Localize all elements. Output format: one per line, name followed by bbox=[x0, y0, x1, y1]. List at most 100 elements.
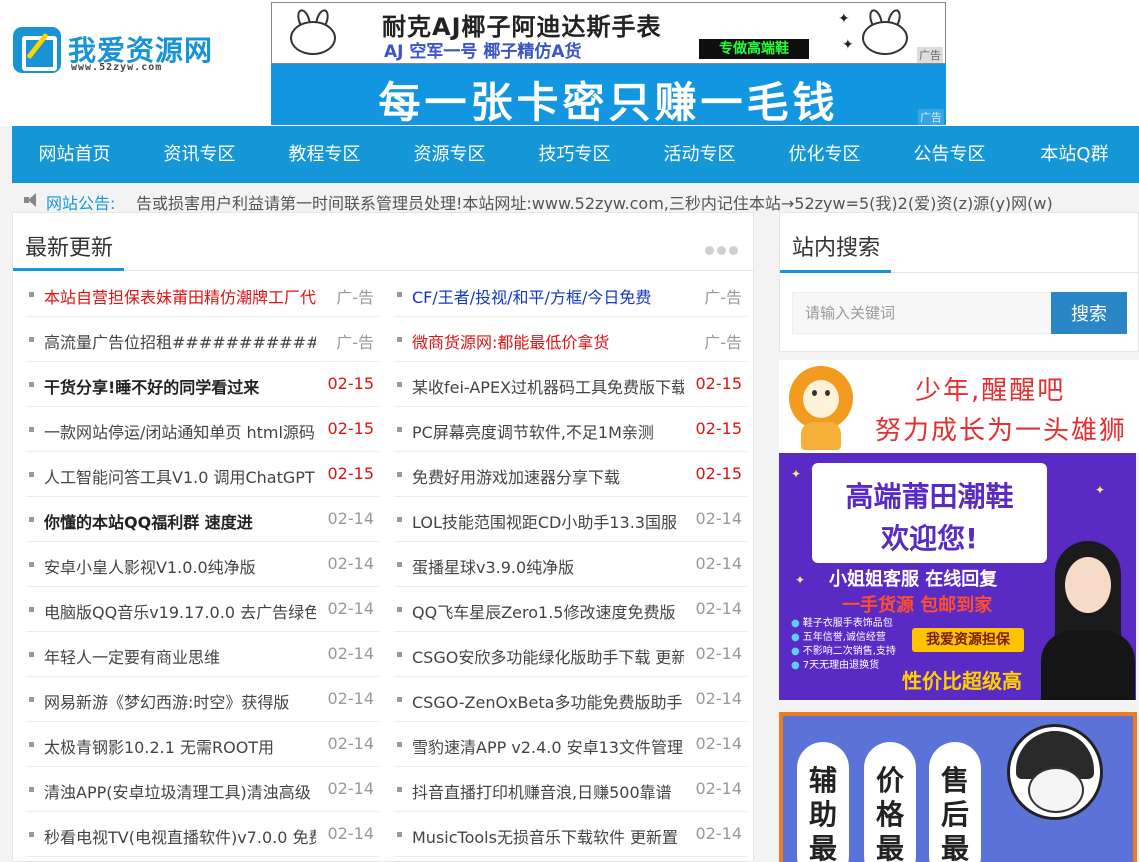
ad-lion[interactable]: 少年,醒醒吧 努力成长为一头雄狮 bbox=[779, 360, 1139, 453]
update-title-link[interactable]: 高流量广告位招租########### bbox=[44, 329, 316, 353]
update-row[interactable]: 微商货源网:都能最低价拿货 广-告 bbox=[395, 317, 747, 362]
sparkle-icon: ✦ bbox=[791, 467, 802, 481]
update-row[interactable]: 人工智能问答工具V1.0 调用ChatGPT 02-15 bbox=[27, 452, 379, 497]
bullet-icon bbox=[397, 652, 402, 657]
ad-banner-card[interactable]: 每一张卡密只赚一毛钱 广告 bbox=[271, 64, 946, 125]
site-notice: 网站公告: 告或损害用户利益请第一时间联系管理员处理!本站网址:www.52zy… bbox=[12, 186, 1139, 214]
ad-banner-shoes[interactable]: 耐克AJ椰子阿迪达斯手表 AJ 空军一号 椰子精仿A货 专做高端鞋 ✦ ✦ 广告 bbox=[271, 2, 946, 64]
update-row[interactable]: CSGO安欣多功能绿化版助手下载 更新 02-14 bbox=[395, 632, 747, 677]
update-row[interactable]: CSGO-ZenOxBeta多功能免费版助手 02-14 bbox=[395, 677, 747, 722]
search-input[interactable] bbox=[792, 292, 1052, 334]
update-row[interactable]: 免费好用游戏加速器分享下载 02-15 bbox=[395, 452, 747, 497]
bullet-icon bbox=[29, 832, 34, 837]
bullet-icon bbox=[397, 607, 402, 612]
update-row[interactable]: 太极青钢影10.2.1 无需ROOT用 02-14 bbox=[27, 722, 379, 767]
update-title-link[interactable]: 干货分享!睡不好的同学看过来 bbox=[44, 374, 316, 398]
speaker-icon bbox=[24, 192, 40, 208]
nav-item-announcements[interactable]: 公告专区 bbox=[887, 126, 1012, 183]
ad-service[interactable]: 辅 助 最 价 格 最 售 后 最 bbox=[779, 712, 1137, 862]
update-title-link[interactable]: 秒看电视TV(电视直播软件)v7.0.0 免费 bbox=[44, 824, 316, 848]
update-row[interactable]: QQ飞车星辰Zero1.5修改速度免费版 02-14 bbox=[395, 587, 747, 632]
search-button[interactable]: 搜索 bbox=[1051, 292, 1127, 334]
update-row[interactable]: 一款网站停运/闭站通知单页 html源码 02-15 bbox=[27, 407, 379, 452]
update-title-link[interactable]: 清浊APP(安卓垃圾清理工具)清浊高级 bbox=[44, 779, 316, 803]
bullet-icon bbox=[397, 517, 402, 522]
update-title-link[interactable]: 电脑版QQ音乐v19.17.0.0 去广告绿色 bbox=[44, 599, 316, 623]
update-title-link[interactable]: 一款网站停运/闭站通知单页 html源码 bbox=[44, 419, 316, 443]
update-title-link[interactable]: 蛋播星球v3.9.0纯净版 bbox=[412, 554, 684, 578]
update-row[interactable]: 电脑版QQ音乐v19.17.0.0 去广告绿色 02-14 bbox=[27, 587, 379, 632]
nav-item-qq-group[interactable]: 本站Q群 bbox=[1012, 126, 1137, 183]
search-title-underline bbox=[780, 270, 891, 273]
update-title-link[interactable]: 免费好用游戏加速器分享下载 bbox=[412, 464, 684, 488]
update-date: 02-14 bbox=[327, 824, 375, 843]
update-title-link[interactable]: 网易新游《梦幻西游:时空》获得版 bbox=[44, 689, 316, 713]
sparkle-icon: ✦ bbox=[1095, 483, 1106, 497]
update-row[interactable]: CF/王者/投视/和平/方框/今日免费 广-告 bbox=[395, 272, 747, 317]
nav-item-tips[interactable]: 技巧专区 bbox=[512, 126, 637, 183]
nav-item-news[interactable]: 资讯专区 bbox=[137, 126, 262, 183]
update-title-link[interactable]: CSGO-ZenOxBeta多功能免费版助手 bbox=[412, 689, 684, 713]
update-title-link[interactable]: 微商货源网:都能最低价拿货 bbox=[412, 329, 684, 353]
ad-shoes[interactable]: ✦ ✦ ✦ 高端莆田潮鞋 欢迎您! 小姐姐客服 在线回复 一手货源 包邮到家 鞋… bbox=[779, 453, 1136, 700]
update-row[interactable]: 你懂的本站QQ福利群 速度进 02-14 bbox=[27, 497, 379, 542]
pill-char: 最 bbox=[808, 832, 837, 862]
nav-item-optimization[interactable]: 优化专区 bbox=[762, 126, 887, 183]
update-row[interactable]: 高流量广告位招租########### 广-告 bbox=[27, 317, 379, 362]
ad-banner-subtitle: AJ 空军一号 椰子精仿A货 bbox=[384, 42, 582, 62]
update-row[interactable]: 蛋播星球v3.9.0纯净版 02-14 bbox=[395, 542, 747, 587]
latest-updates-panel: 最新更新 本站自营担保表妹莆田精仿潮牌工厂代 广-告 高流量广告位招租#######… bbox=[12, 212, 754, 862]
update-row[interactable]: 清浊APP(安卓垃圾清理工具)清浊高级 02-14 bbox=[27, 767, 379, 812]
update-title-link[interactable]: QQ飞车星辰Zero1.5修改速度免费版 bbox=[412, 599, 684, 623]
update-title-link[interactable]: 太极青钢影10.2.1 无需ROOT用 bbox=[44, 734, 316, 758]
pill-char: 辅 bbox=[808, 764, 837, 797]
update-date: 02-14 bbox=[327, 509, 375, 528]
update-title-link[interactable]: 某收fei-APEX过机器码工具免费版下载 bbox=[412, 374, 684, 398]
update-title-link[interactable]: 雪豹速清APP v2.4.0 安卓13文件管理 bbox=[412, 734, 684, 758]
ad-banner-tag: 专做高端鞋 bbox=[699, 39, 809, 59]
bullet-icon bbox=[397, 697, 402, 702]
update-title-link[interactable]: 年轻人一定要有商业思维 bbox=[44, 644, 316, 668]
pill-char: 价 bbox=[875, 764, 904, 797]
update-title-link[interactable]: 安卓小皇人影视V1.0.0纯净版 bbox=[44, 554, 316, 578]
pill-char: 售 bbox=[940, 764, 969, 797]
update-title-link[interactable]: LOL技能范围视距CD小助手13.3国服 bbox=[412, 509, 684, 533]
bullet-icon bbox=[29, 562, 34, 567]
nav-item-activities[interactable]: 活动专区 bbox=[637, 126, 762, 183]
update-row[interactable]: MusicTools无损音乐下载软件 更新置 02-14 bbox=[395, 812, 747, 857]
updates-list-right: CF/王者/投视/和平/方框/今日免费 广-告 微商货源网:都能最低价拿货 广-告 某收… bbox=[395, 272, 747, 857]
nav-item-resources[interactable]: 资源专区 bbox=[387, 126, 512, 183]
update-row[interactable]: 网易新游《梦幻西游:时空》获得版 02-14 bbox=[27, 677, 379, 722]
update-date: 02-15 bbox=[327, 464, 375, 483]
nav-item-tutorials[interactable]: 教程专区 bbox=[262, 126, 387, 183]
ad-service-inner: 辅 助 最 价 格 最 售 后 最 bbox=[783, 716, 1133, 862]
update-title-link[interactable]: MusicTools无损音乐下载软件 更新置 bbox=[412, 824, 684, 848]
update-title-link[interactable]: CF/王者/投视/和平/方框/今日免费 bbox=[412, 284, 684, 308]
update-row[interactable]: 干货分享!睡不好的同学看过来 02-15 bbox=[27, 362, 379, 407]
update-row[interactable]: 安卓小皇人影视V1.0.0纯净版 02-14 bbox=[27, 542, 379, 587]
update-title-link[interactable]: 抖音直播打印机赚音浪,日赚500靠谱 bbox=[412, 779, 684, 803]
ad-shoes-guarantee: 我爱资源担保 bbox=[912, 628, 1024, 652]
update-row[interactable]: 抖音直播打印机赚音浪,日赚500靠谱 02-14 bbox=[395, 767, 747, 812]
mascot-icon bbox=[1007, 724, 1103, 820]
ad-service-pill: 辅 助 最 bbox=[797, 742, 849, 862]
bullet-icon bbox=[397, 382, 402, 387]
update-row[interactable]: 雪豹速清APP v2.4.0 安卓13文件管理 02-14 bbox=[395, 722, 747, 767]
pill-char: 格 bbox=[875, 798, 904, 831]
update-title-link[interactable]: 本站自营担保表妹莆田精仿潮牌工厂代 bbox=[44, 284, 316, 308]
update-title-link[interactable]: 人工智能问答工具V1.0 调用ChatGPT bbox=[44, 464, 316, 488]
bullet-icon bbox=[29, 652, 34, 657]
update-title-link[interactable]: PC屏幕亮度调节软件,不足1M亲测 bbox=[412, 419, 684, 443]
update-row[interactable]: 某收fei-APEX过机器码工具免费版下载 02-15 bbox=[395, 362, 747, 407]
update-title-link[interactable]: 你懂的本站QQ福利群 速度进 bbox=[44, 509, 316, 533]
ad-label: 广告 bbox=[917, 47, 943, 63]
update-row[interactable]: 秒看电视TV(电视直播软件)v7.0.0 免费 02-14 bbox=[27, 812, 379, 857]
update-row[interactable]: 年轻人一定要有商业思维 02-14 bbox=[27, 632, 379, 677]
nav-item-home[interactable]: 网站首页 bbox=[12, 126, 137, 183]
site-logo[interactable]: 我爱资源网 www.52zyw.com bbox=[13, 25, 223, 77]
update-title-link[interactable]: CSGO安欣多功能绿化版助手下载 更新 bbox=[412, 644, 684, 668]
update-row[interactable]: LOL技能范围视距CD小助手13.3国服 02-14 bbox=[395, 497, 747, 542]
update-row[interactable]: PC屏幕亮度调节软件,不足1M亲测 02-15 bbox=[395, 407, 747, 452]
update-row[interactable]: 本站自营担保表妹莆田精仿潮牌工厂代 广-告 bbox=[27, 272, 379, 317]
more-dots-icon[interactable] bbox=[705, 240, 743, 255]
